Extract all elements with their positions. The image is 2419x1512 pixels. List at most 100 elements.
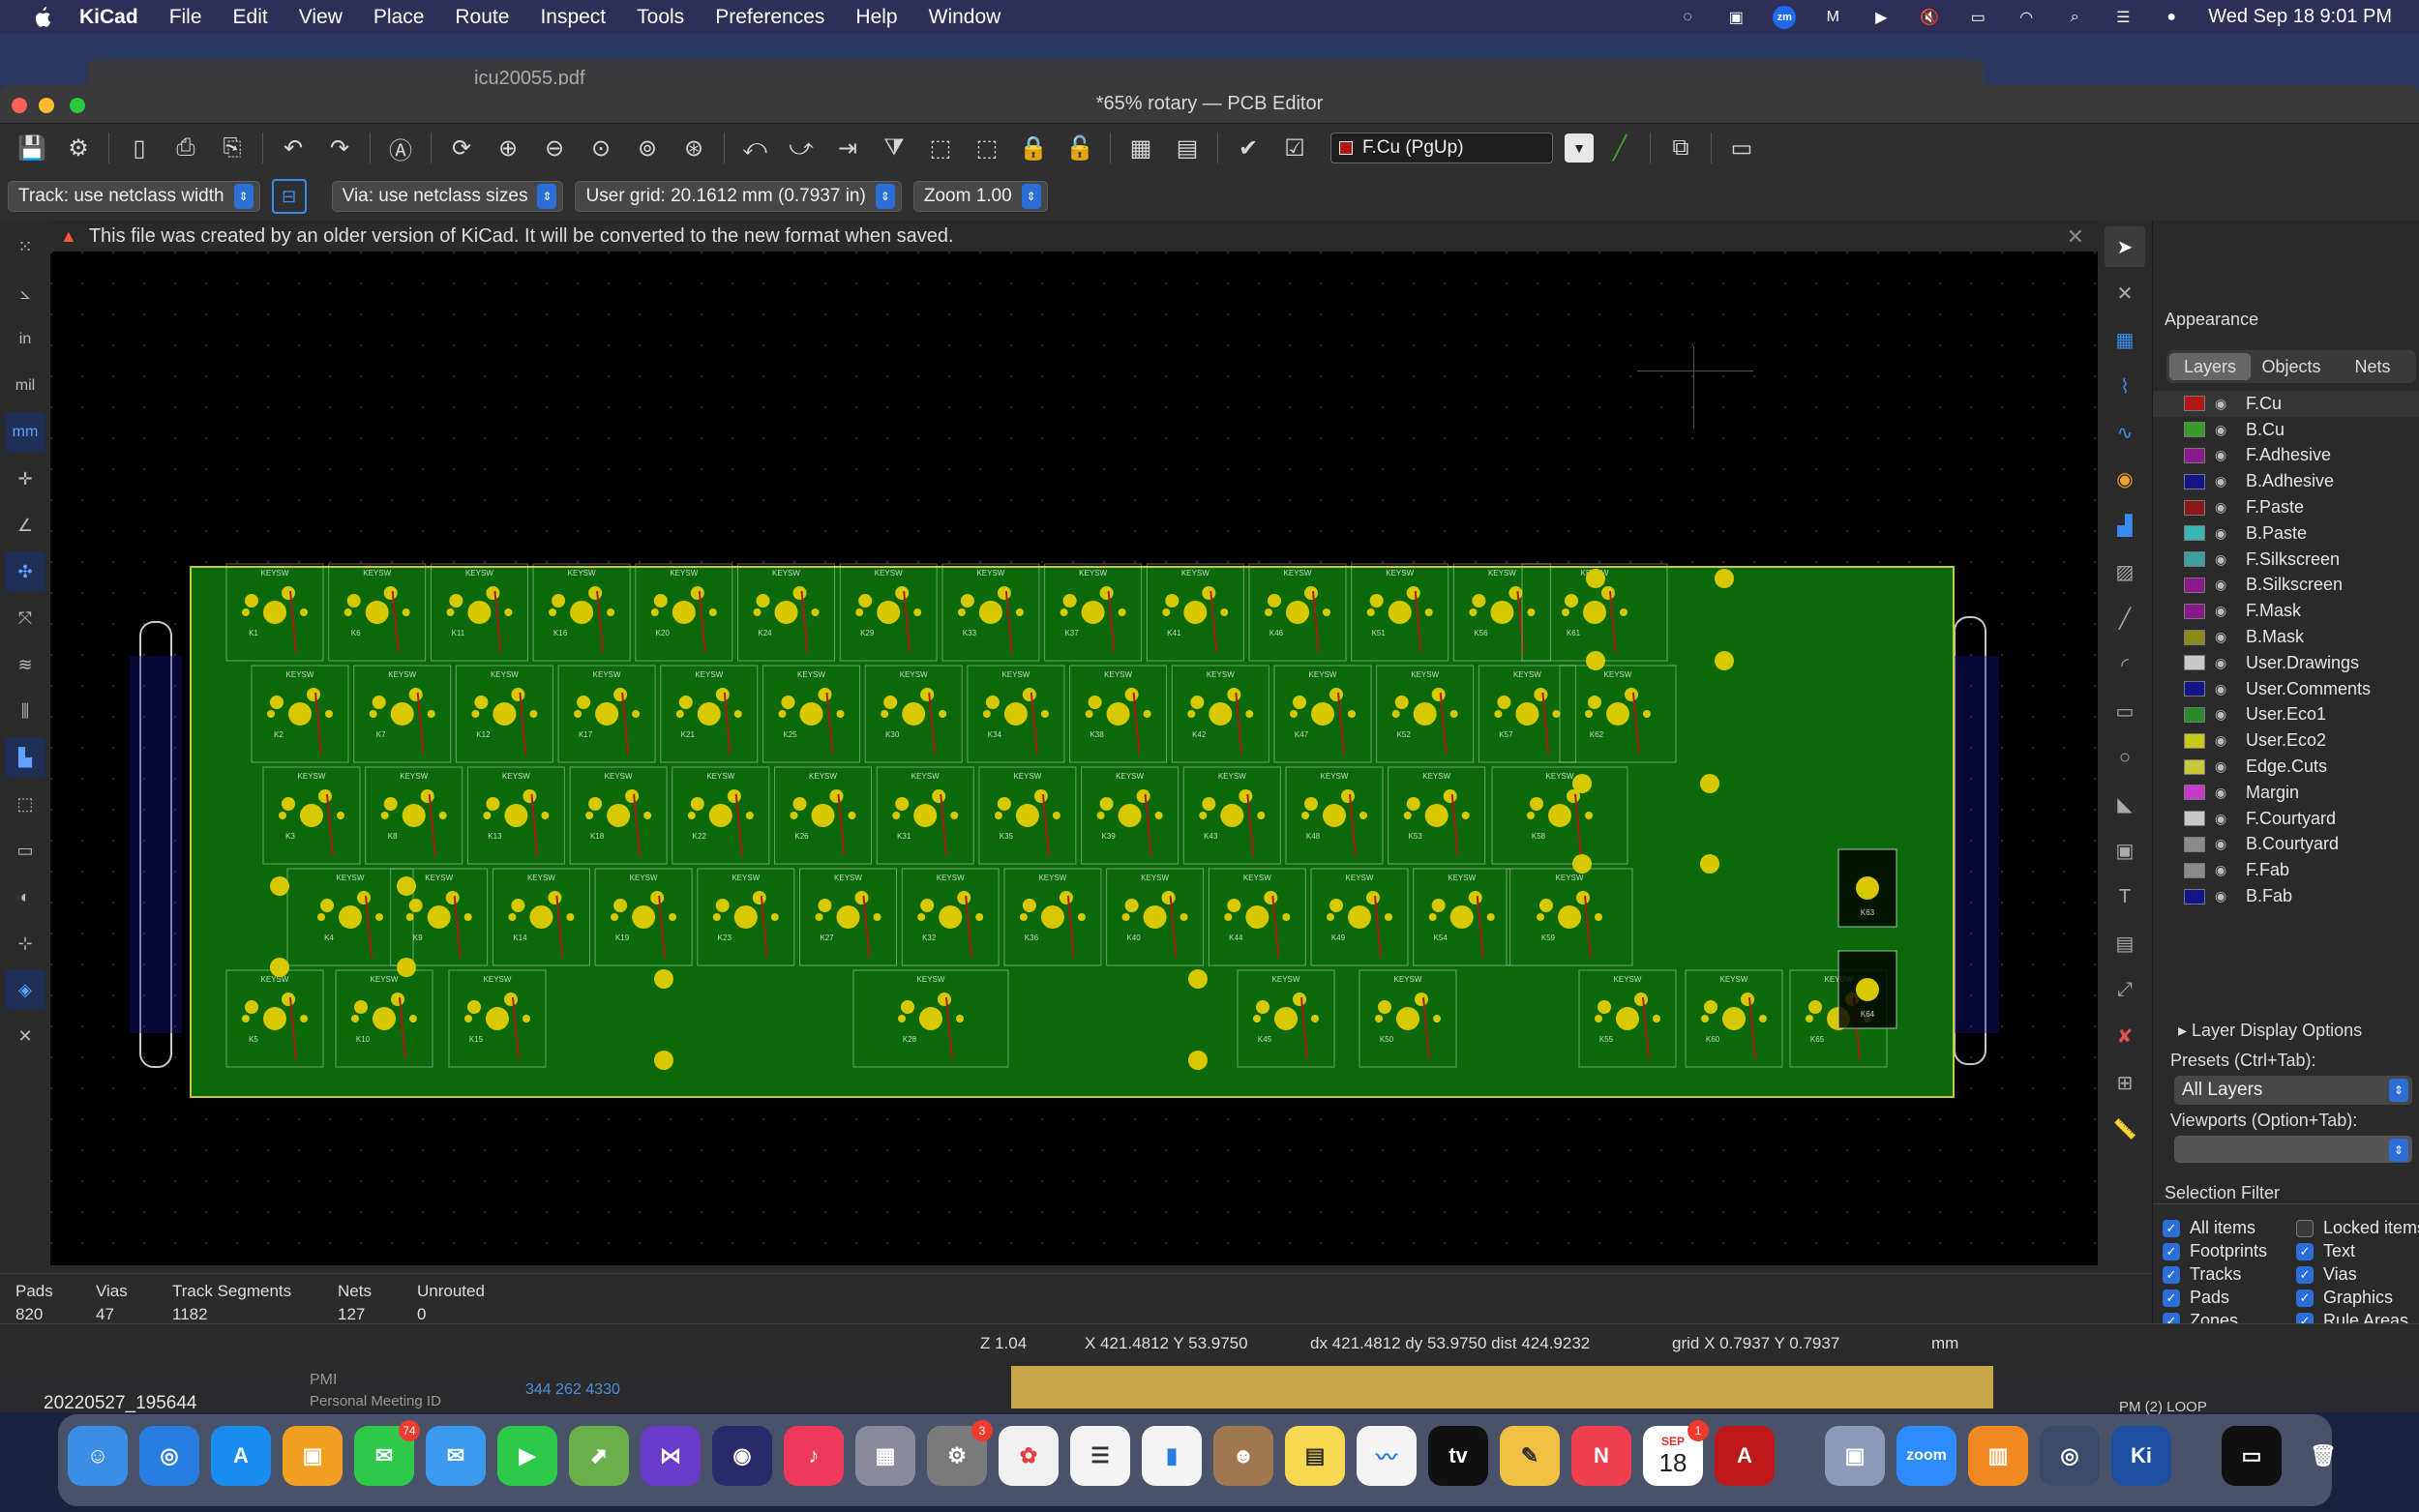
group-icon[interactable]: ⬚ (920, 128, 961, 168)
system-settings-icon[interactable]: ⚙ 3 (927, 1420, 993, 1486)
checkbox[interactable]: ✓ (2163, 1219, 2180, 1237)
quicktime-icon[interactable]: ◎ (2040, 1426, 2100, 1486)
eye-icon[interactable]: ◉ (2215, 551, 2234, 568)
pcb-canvas[interactable]: KEYSW K1 KEYSW K6 KEYSW K11 KEYSW K16 KEYSW K20 KE… (50, 221, 2098, 1265)
notes-icon[interactable]: ▤ (1285, 1426, 1345, 1486)
battery-icon[interactable]: ▭ (1966, 6, 1989, 29)
wifi-icon[interactable]: ◠ (2015, 6, 2038, 29)
track-outline-icon[interactable]: ▭ (5, 830, 45, 871)
set-origin-icon[interactable]: ⊞ (2105, 1062, 2145, 1103)
layer-color-swatch[interactable] (2184, 836, 2205, 852)
eye-icon[interactable]: ◉ (2215, 732, 2234, 749)
netlist-icon[interactable]: ▦ (1120, 128, 1161, 168)
filter-checkbox[interactable]: ✓ Text (2296, 1241, 2355, 1261)
add-image-icon[interactable]: ▣ (2105, 830, 2145, 871)
flip-board-icon[interactable]: ⊹ (5, 923, 45, 964)
layer-row[interactable]: ◉ F.Paste (2153, 494, 2419, 520)
eye-icon[interactable]: ◉ (2215, 836, 2234, 852)
refresh-icon[interactable]: ⟳ (441, 128, 482, 168)
filter-checkbox[interactable]: Locked items (2296, 1218, 2419, 1238)
flip-icon[interactable]: ⇥ (827, 128, 868, 168)
eye-icon[interactable]: ◉ (2215, 888, 2234, 904)
zoom-app-icon[interactable]: zoom (1896, 1426, 1956, 1486)
schematic-icon[interactable]: ⧉ (1660, 128, 1701, 168)
page-settings-icon[interactable]: ▯ (119, 128, 160, 168)
measure-icon[interactable]: 📏 (2105, 1109, 2145, 1149)
pcb-board-drawing[interactable]: KEYSW K1 KEYSW K6 KEYSW K11 KEYSW K16 KEYSW K20 KE… (50, 221, 2098, 1265)
mirror-icon[interactable]: ⧩ (874, 128, 914, 168)
layer-row[interactable]: ◉ Margin (2153, 780, 2419, 806)
via-size-select[interactable]: Via: use netclass sizes ⇕ (331, 181, 564, 212)
app-store-icon[interactable]: A (211, 1426, 271, 1486)
tab-nets[interactable]: Nets (2332, 353, 2413, 380)
layer-row[interactable]: ◉ F.Adhesive (2153, 443, 2419, 469)
apple-icon[interactable] (27, 3, 56, 32)
menu-view[interactable]: View (299, 6, 343, 29)
control-center-icon[interactable]: ☰ (2111, 6, 2135, 29)
spotlight-search-icon[interactable]: ⌕ (2063, 6, 2086, 29)
layer-row[interactable]: ◉ User.Comments (2153, 676, 2419, 702)
active-layer-select[interactable]: F.Cu (PgUp) (1330, 133, 1553, 163)
layer-color-swatch[interactable] (2184, 785, 2205, 801)
layer-row[interactable]: ◉ B.Silkscreen (2153, 573, 2419, 599)
board-setup-icon[interactable]: ⚙ (58, 128, 99, 168)
add-footprint-icon[interactable]: ▦ (2105, 319, 2145, 360)
layer-pair-icon[interactable]: ╱ (1599, 128, 1640, 168)
layer-row[interactable]: ◉ User.Eco1 (2153, 702, 2419, 728)
zoom-fit-icon[interactable]: ⊙ (581, 128, 621, 168)
cursor-style-icon[interactable]: ✛ (5, 459, 45, 499)
rotate-ccw-icon[interactable]: ⤺ (734, 128, 775, 168)
layer-row[interactable]: ◉ F.Courtyard (2153, 806, 2419, 832)
numbers-icon[interactable]: ▮ (1142, 1426, 1202, 1486)
layer-color-swatch[interactable] (2184, 732, 2205, 749)
layer-color-swatch[interactable] (2184, 396, 2205, 412)
eye-icon[interactable]: ◉ (2215, 447, 2234, 463)
units-inches-button[interactable]: in (5, 319, 45, 360)
eye-icon[interactable]: ◉ (2215, 862, 2234, 878)
finder-icon[interactable]: ☺ (68, 1426, 128, 1486)
appearance-panel-icon[interactable]: ◈ (5, 969, 45, 1010)
eye-icon[interactable]: ◉ (2215, 785, 2234, 801)
pages-icon[interactable]: ✎ (1500, 1426, 1560, 1486)
news-icon[interactable]: N (1571, 1426, 1631, 1486)
layer-color-swatch[interactable] (2184, 811, 2205, 827)
layer-color-swatch[interactable] (2184, 758, 2205, 775)
zoom-out-icon[interactable]: ⊖ (534, 128, 575, 168)
checkbox[interactable]: ✓ (2296, 1265, 2314, 1284)
presets-select[interactable]: All Layers ⇕ (2174, 1076, 2412, 1105)
delete-tool-icon[interactable]: ✘ (2105, 1016, 2145, 1056)
layer-color-swatch[interactable] (2184, 603, 2205, 619)
layer-color-swatch[interactable] (2184, 422, 2205, 438)
rule-area-icon[interactable]: ▨ (2105, 551, 2145, 592)
properties-icon[interactable]: ✕ (5, 1016, 45, 1056)
layer-row[interactable]: ◉ B.Mask (2153, 624, 2419, 650)
checkbox[interactable]: ✓ (2296, 1242, 2314, 1260)
draw-circle-icon[interactable]: ○ (2105, 737, 2145, 778)
find-icon[interactable]: Ⓐ (380, 128, 421, 168)
eye-icon[interactable]: ◉ (2215, 603, 2234, 619)
clock[interactable]: Wed Sep 18 9:01 PM (2208, 6, 2392, 28)
layer-color-swatch[interactable] (2184, 499, 2205, 516)
polar-coords-icon[interactable]: ⦣ (5, 273, 45, 313)
menu-file[interactable]: File (169, 6, 202, 29)
photos-icon[interactable]: ✿ (999, 1426, 1059, 1486)
plot-icon[interactable]: ⎘ (212, 128, 253, 168)
zoom-tray-icon[interactable]: zm (1773, 5, 1797, 29)
eye-icon[interactable]: ◉ (2215, 758, 2234, 775)
menu-window[interactable]: Window (929, 6, 1001, 29)
eye-icon[interactable]: ◉ (2215, 681, 2234, 697)
menu-preferences[interactable]: Preferences (715, 6, 824, 29)
layer-color-swatch[interactable] (2184, 551, 2205, 568)
layer-color-swatch[interactable] (2184, 577, 2205, 593)
checkbox[interactable]: ✓ (2163, 1265, 2180, 1284)
layer-row[interactable]: ◉ B.Cu (2153, 417, 2419, 443)
menu-edit[interactable]: Edit (233, 6, 268, 29)
freeform-icon[interactable]: 〰 (1357, 1426, 1417, 1486)
layer-row[interactable]: ◉ B.Courtyard (2153, 832, 2419, 858)
loading-icon[interactable]: ◌ (1676, 6, 1699, 29)
redo-icon[interactable]: ↷ (319, 128, 360, 168)
add-dimension-icon[interactable]: ⤢ (2105, 969, 2145, 1010)
track-width-select[interactable]: Track: use netclass width ⇕ (8, 181, 260, 212)
menu-inspect[interactable]: Inspect (540, 6, 606, 29)
zoom-select[interactable]: Zoom 1.00 ⇕ (912, 181, 1048, 212)
